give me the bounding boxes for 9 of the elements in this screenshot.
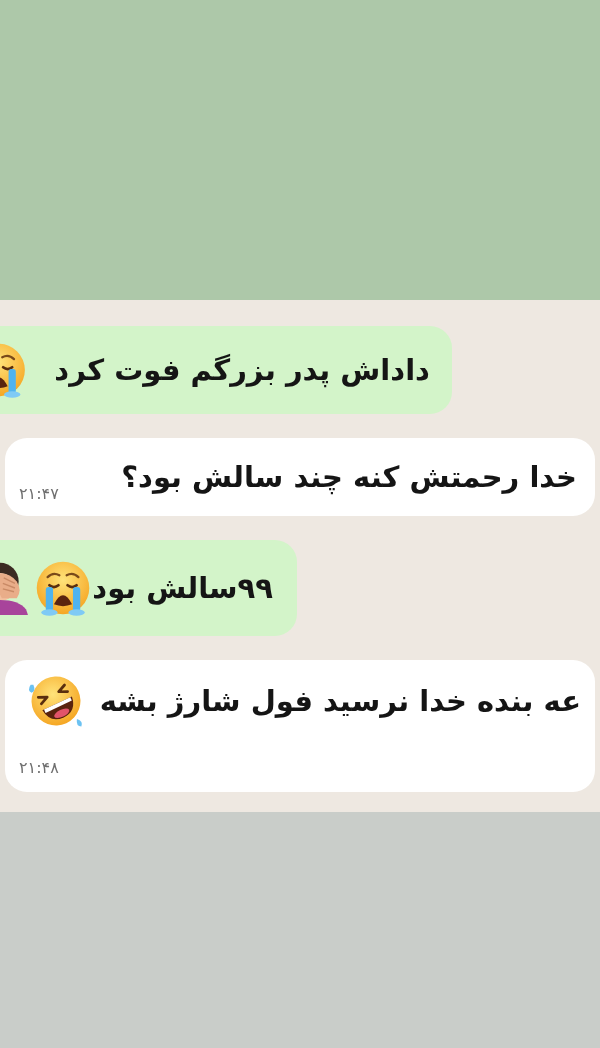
message-time: ۲۱:۴۷ [19,484,59,504]
message-time: ۲۱:۴۸ [19,758,59,778]
message-text: داداش پدر بزرگم فوت کرد [54,352,430,390]
crying-face-icon [0,341,28,399]
message-text: عه بنده خدا نرسید فول شارژ بشه [99,683,581,720]
message-text: خدا رحمتش کنه چند سالش بود؟ [121,459,577,497]
crying-face-icon [34,559,92,617]
facepalm-icon [0,561,28,615]
message-text: ۹۹سالش بود [92,570,273,607]
